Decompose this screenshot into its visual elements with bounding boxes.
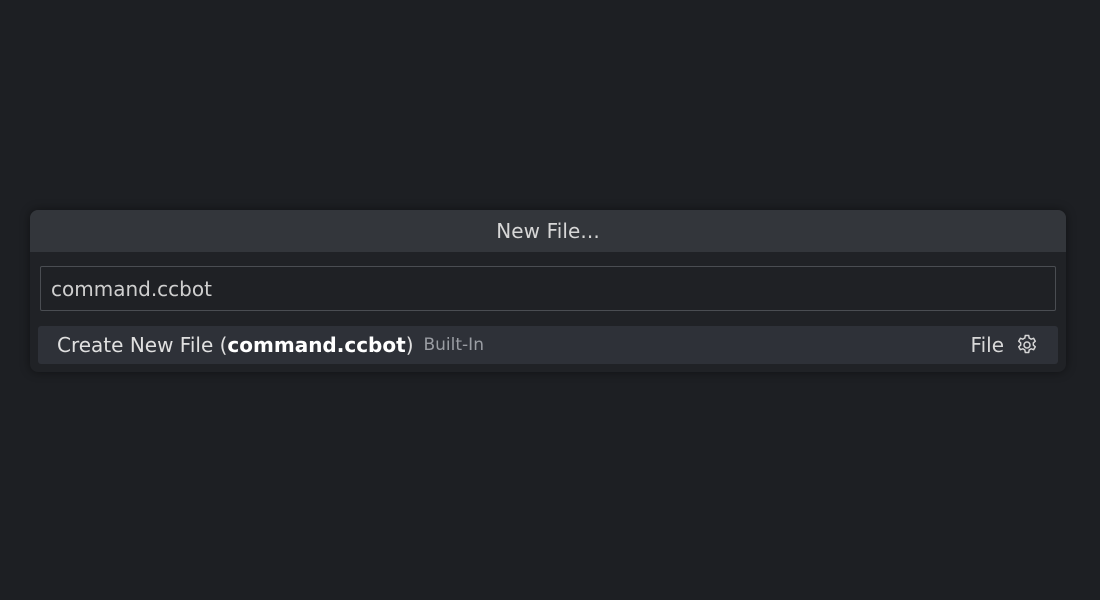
quick-input-title: New File... [30, 210, 1066, 252]
quick-input-field[interactable] [41, 267, 1055, 310]
list-item-description: Built-In [423, 335, 484, 355]
quick-input-box [40, 266, 1056, 311]
label-suffix: ) [405, 333, 414, 357]
quick-input-list: Create New File (command.ccbot) Built-In… [38, 326, 1058, 364]
list-item-detail: File [970, 333, 1004, 357]
list-item-create-new-file[interactable]: Create New File (command.ccbot) Built-In… [38, 326, 1058, 364]
label-highlight: command.ccbot [227, 333, 406, 357]
quick-input-widget: New File... Create New File (command.ccb… [30, 210, 1066, 372]
list-item-label: Create New File (command.ccbot) [57, 333, 414, 357]
gear-icon[interactable] [1014, 332, 1040, 358]
editor-backdrop: New File... Create New File (command.ccb… [0, 0, 1100, 600]
label-prefix: Create New File ( [57, 333, 228, 357]
